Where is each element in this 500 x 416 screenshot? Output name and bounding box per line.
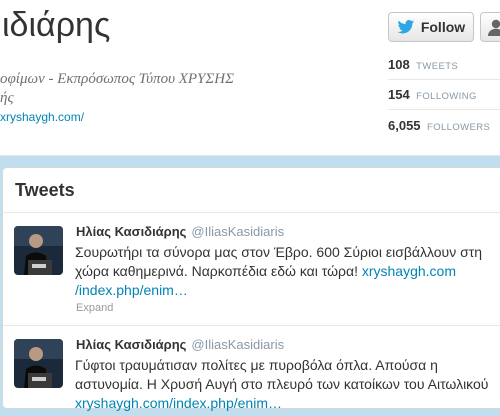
tweet-author-handle: @IliasKasidiaris — [191, 337, 285, 352]
tweet-item[interactable]: Ηλίας Κασιδιάρης @IliasKasidiaris Σουρωτή… — [3, 213, 500, 338]
tweet-text: Σουρωτήρι τα σύνορα μας στον Έβρο. 600 Σ… — [75, 243, 500, 300]
tweet-item[interactable]: Ηλίας Κασιδιάρης @IliasKasidiaris Γύφτοι … — [3, 326, 500, 416]
stat-tweets-label: TWEETS — [416, 61, 459, 72]
stat-divider — [388, 109, 500, 110]
user-icon — [488, 19, 500, 36]
tweet-text-line: Σουρωτήρι τα σύνορα μας στον Έβρο. 600 Σ… — [75, 244, 483, 260]
tweet-author-name: Ηλίας Κασιδιάρης — [76, 337, 187, 352]
tweet-link[interactable]: xryshaygh.com — [362, 263, 456, 279]
tweet-link[interactable]: /index.php/enim… — [75, 281, 500, 300]
expand-link[interactable]: Expand — [76, 302, 113, 314]
tweet-author-handle: @IliasKasidiaris — [191, 224, 285, 239]
tweets-panel: Tweets Ηλίας Κασιδιάρης @IliasKasidiaris … — [2, 167, 500, 411]
tweet-text-line: χώρα καθημερινά. Ναρκοπέδια εδώ και τώρα… — [75, 263, 358, 279]
avatar[interactable] — [14, 339, 63, 388]
tweets-heading: Tweets — [15, 180, 75, 200]
tweet-author-name: Ηλίας Κασιδιάρης — [76, 224, 187, 239]
profile-website-link[interactable]: xryshaygh.com/ — [0, 110, 84, 124]
profile-bio-line1: οφίμων - Εκπρόσωπος Τύπου ΧΡΥΣΗΣ — [0, 71, 235, 87]
user-actions-button[interactable] — [480, 12, 500, 42]
tweet-author[interactable]: Ηλίας Κασιδιάρης @IliasKasidiaris — [76, 224, 284, 239]
stat-following-label: FOLLOWING — [416, 91, 477, 102]
profile-name: ιδιάρης — [2, 6, 111, 44]
stat-followers-label: FOLLOWERS — [427, 122, 491, 133]
follow-button-label: Follow — [420, 19, 466, 35]
profile-card: ιδιάρης οφίμων - Εκπρόσωπος Τύπου ΧΡΥΣΗΣ… — [0, 0, 500, 156]
tweet-author[interactable]: Ηλίας Κασιδιάρης @IliasKasidiaris — [76, 337, 284, 352]
follow-button[interactable]: Follow — [388, 12, 474, 42]
tweet-text-line: αστυνομία. Η Χρυσή Αυγή στο πλευρό των κ… — [75, 376, 489, 392]
stat-divider — [388, 79, 500, 80]
stat-followers-count: 6,055 — [388, 118, 421, 133]
profile-bio-line2: ής — [0, 90, 14, 106]
twitter-bird-icon — [397, 20, 414, 34]
tweet-text: Γύφτοι τραυμάτισαν πολίτες με πυροβόλα ό… — [75, 356, 500, 413]
stat-followers[interactable]: 6,055 FOLLOWERS — [388, 116, 500, 136]
tweet-text-line: Γύφτοι τραυμάτισαν πολίτες με πυροβόλα ό… — [75, 357, 438, 373]
avatar[interactable] — [14, 226, 63, 275]
tweet-link[interactable]: xryshaygh.com/index.php/enim… — [75, 394, 500, 413]
stat-tweets-count: 108 — [388, 57, 410, 72]
stat-following[interactable]: 154 FOLLOWING — [388, 85, 500, 105]
stat-tweets[interactable]: 108 TWEETS — [388, 55, 500, 75]
stat-following-count: 154 — [388, 87, 410, 102]
